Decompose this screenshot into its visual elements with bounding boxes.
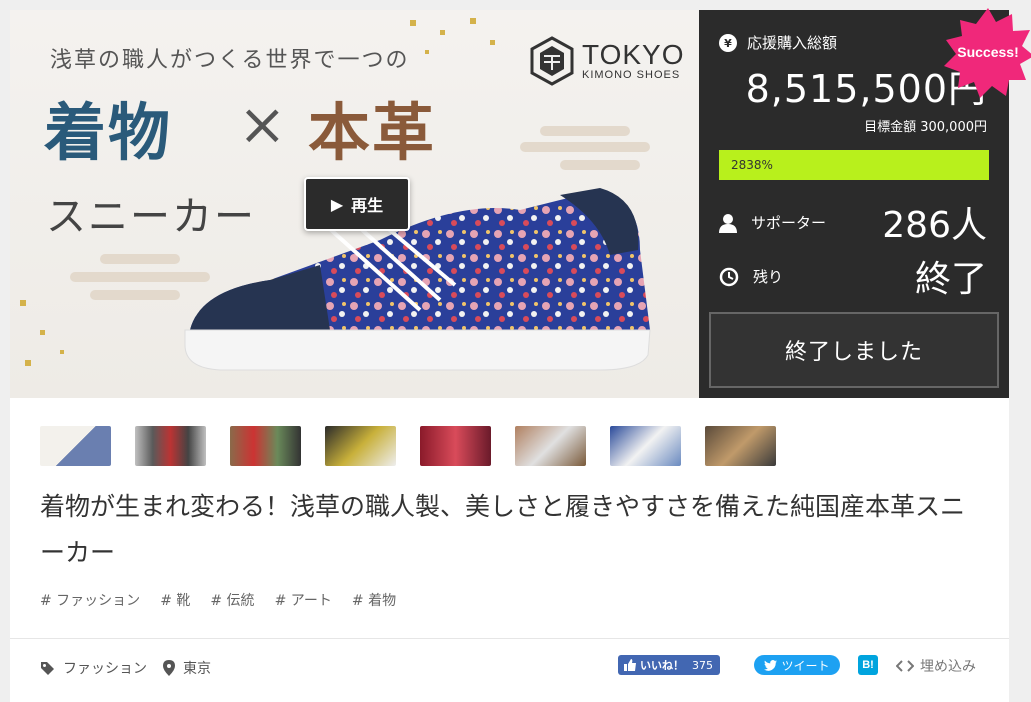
progress-fill: 2838% (719, 150, 989, 180)
thumbnail-3[interactable] (230, 426, 301, 466)
supporters-label: サポーター (751, 214, 827, 232)
category-link[interactable]: ファッション (40, 658, 147, 678)
project-meta: ファッション 東京 (40, 658, 211, 678)
tag-fashion[interactable]: # ファッション (40, 590, 140, 610)
embed-label: 埋め込み (920, 659, 976, 675)
category-label: ファッション (63, 661, 147, 677)
success-badge: Success! (942, 6, 1031, 98)
facebook-like-button[interactable]: いいね！ 375 (618, 655, 720, 675)
tag-shoes[interactable]: # 靴 (160, 590, 190, 610)
thumbnail-1[interactable] (40, 426, 111, 466)
project-ended-button[interactable]: 終了しました (709, 312, 999, 388)
progress-bar: 2838% (719, 150, 989, 180)
tag-icon (41, 661, 54, 675)
success-badge-label: Success! (957, 44, 1019, 60)
gold-confetti (20, 300, 64, 366)
code-icon (896, 660, 914, 672)
thumbnail-8[interactable] (705, 426, 776, 466)
svg-text:¥: ¥ (724, 37, 732, 50)
tweet-button[interactable]: ツイート (754, 655, 840, 675)
progress-label: 2838% (731, 158, 773, 172)
target-amount: 目標金額 300,000円 (864, 120, 987, 135)
tag-kimono[interactable]: # 着物 (352, 590, 396, 610)
hero-headline-kimono: 着物 (44, 96, 173, 169)
thumbnail-2[interactable] (135, 426, 206, 466)
remaining-value: 終了 (914, 259, 987, 300)
facebook-like-count: 375 (692, 658, 713, 672)
user-icon (719, 213, 737, 233)
hero-headline-leather: 本革 (308, 96, 437, 169)
hero-headline-cross: × (238, 90, 287, 158)
thumbnail-6[interactable] (515, 426, 586, 466)
hero-subtitle: 浅草の職人がつくる世界で一つの (50, 48, 410, 73)
project-card: 浅草の職人がつくる世界で一つの 着物 × 本革 スニーカー TOKYO KIMO… (10, 8, 1031, 702)
hatena-bookmark-button[interactable]: B! (858, 655, 878, 675)
divider (10, 638, 1009, 639)
thumbnail-7[interactable] (610, 426, 681, 466)
remaining-label: 残り (753, 268, 784, 286)
total-label: 応援購入総額 (747, 34, 838, 52)
tweet-label: ツイート (781, 658, 830, 673)
tag-list: # ファッション # 靴 # 伝統 # アート # 着物 (40, 590, 396, 610)
location-pin-icon (163, 660, 175, 676)
cloud-decoration (520, 126, 650, 170)
thumbnail-4[interactable] (325, 426, 396, 466)
tag-art[interactable]: # アート (275, 590, 332, 610)
total-row: ¥ 応援購入総額 (719, 32, 837, 53)
brand-logo-text: TOKYO (582, 39, 685, 70)
thumbs-up-icon (624, 659, 636, 671)
thumbnail-5[interactable] (420, 426, 491, 466)
thumbnail-strip (40, 426, 776, 466)
play-video-button[interactable]: ▶ 再生 (304, 177, 410, 231)
location-label: 東京 (183, 661, 211, 677)
hero-image[interactable]: 浅草の職人がつくる世界で一つの 着物 × 本革 スニーカー TOKYO KIMO… (10, 10, 699, 398)
facebook-like-label: いいね！ (640, 659, 684, 672)
play-label: 再生 (351, 196, 384, 215)
yen-icon: ¥ (719, 33, 737, 52)
sneaker-image (184, 188, 651, 371)
location-link[interactable]: 東京 (163, 658, 211, 678)
clock-icon (719, 267, 739, 286)
project-title: 着物が生まれ変わる！浅草の職人製、美しさと履きやすさを備えた純国産本革スニーカー (40, 492, 966, 567)
play-icon: ▶ (330, 194, 344, 214)
supporters-row: サポーター (719, 212, 826, 233)
brand-logo-icon (530, 36, 574, 86)
tag-tradition[interactable]: # 伝統 (210, 590, 254, 610)
remaining-row: 残り (719, 266, 783, 287)
brand-logo-subtext: KIMONO SHOES (582, 69, 681, 81)
brand-logo: TOKYO KIMONO SHOES (530, 36, 685, 86)
supporters-count: 286人 (882, 205, 987, 246)
twitter-bird-icon (764, 659, 778, 671)
embed-link[interactable]: 埋め込み (896, 656, 976, 676)
